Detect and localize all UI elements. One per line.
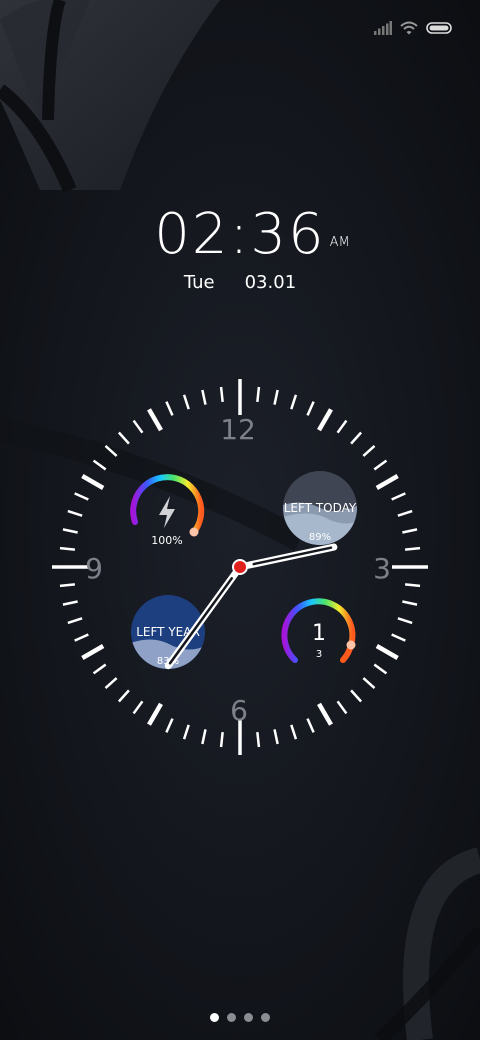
- dial-tick: [67, 617, 83, 625]
- lightning-icon: [159, 496, 175, 528]
- clock-time-wrapper: 02:36 AM: [154, 200, 349, 270]
- weekday-small: 3: [316, 649, 322, 660]
- dial-tick: [67, 509, 83, 517]
- dial-tick: [336, 419, 348, 434]
- hour-hand: [236, 543, 338, 571]
- dial-tick: [59, 583, 76, 588]
- dial-tick: [132, 419, 144, 434]
- dial-tick: [74, 633, 89, 642]
- dial-tick: [273, 389, 279, 405]
- dial-tick: [391, 633, 406, 642]
- page-dot[interactable]: [227, 1013, 236, 1022]
- dial-tick: [404, 583, 421, 588]
- dial-tick: [165, 718, 174, 733]
- lock-clock: 02:36 AM Tue 03.01: [0, 200, 480, 293]
- dial-tick: [117, 431, 130, 445]
- dial-tick: [306, 401, 315, 416]
- dial-tick: [147, 702, 163, 726]
- dial-tick: [117, 689, 130, 703]
- page-dot[interactable]: [244, 1013, 253, 1022]
- dial-tick: [290, 394, 298, 410]
- dial-tick: [219, 386, 224, 403]
- dial-tick: [391, 492, 406, 501]
- dial-tick: [81, 474, 105, 490]
- clock-ampm: AM: [329, 235, 350, 250]
- dial-tick: [201, 729, 207, 745]
- dial-tick: [397, 509, 413, 517]
- dial-tick: [182, 724, 190, 740]
- dial-tick: [74, 492, 89, 501]
- dial-tick: [92, 663, 107, 675]
- dial-tick: [402, 528, 418, 534]
- dial-tick: [317, 702, 333, 726]
- dial-tick: [362, 677, 376, 690]
- dial-tick: [165, 401, 174, 416]
- battery-value: 100%: [151, 534, 182, 547]
- clock-date: 03.01: [244, 272, 297, 293]
- left-today-label: LEFT TODAY: [284, 501, 357, 515]
- battery-icon: [426, 22, 452, 34]
- battery-widget: 100%: [130, 474, 205, 547]
- dial-tick: [92, 459, 107, 471]
- dial-tick: [201, 389, 207, 405]
- signal-icon: [374, 21, 392, 35]
- dial-tick: [59, 546, 76, 551]
- left-today-widget: LEFT TODAY 89%: [283, 471, 357, 545]
- dial-tick: [373, 663, 388, 675]
- dial-tick: [104, 444, 118, 457]
- dial-tick: [62, 528, 78, 534]
- dial-tick: [219, 731, 224, 748]
- dial-tick: [375, 474, 399, 490]
- dial-tick: [373, 459, 388, 471]
- page-dot[interactable]: [210, 1013, 219, 1022]
- dial-tick: [182, 394, 190, 410]
- dial-tick: [402, 600, 418, 606]
- weekday-widget: 1 3: [281, 598, 356, 663]
- clock-time: 02:36: [154, 202, 326, 267]
- dial-tick: [62, 600, 78, 606]
- dial-tick: [350, 431, 363, 445]
- numeral-12: 12: [220, 413, 256, 446]
- dial-tick: [104, 677, 118, 690]
- dial-tick: [273, 729, 279, 745]
- dial-tick: [397, 617, 413, 625]
- page-dot[interactable]: [261, 1013, 270, 1022]
- status-bar: [374, 18, 452, 38]
- clock-day: Tue: [183, 272, 215, 293]
- analog-clock: 12 3 6 9 100% LEFT TODAY 89% LEFT YEAR 8…: [52, 379, 428, 755]
- dial-tick: [375, 644, 399, 660]
- dial-tick: [317, 408, 333, 432]
- dial-tick: [132, 700, 144, 715]
- weekday-big: 1: [312, 621, 326, 646]
- center-pin: [232, 559, 248, 575]
- left-today-value: 89%: [309, 532, 331, 543]
- numeral-9: 9: [85, 552, 103, 585]
- dial-tick: [306, 718, 315, 733]
- date-row: Tue 03.01: [0, 272, 480, 293]
- dial-tick: [350, 689, 363, 703]
- numeral-3: 3: [373, 552, 391, 585]
- dial-tick: [147, 408, 163, 432]
- dial-tick: [256, 731, 261, 748]
- dial-tick: [256, 386, 261, 403]
- dial-tick: [290, 724, 298, 740]
- dial-tick: [404, 546, 421, 551]
- wifi-icon: [400, 21, 418, 35]
- dial-tick: [336, 700, 348, 715]
- page-indicator[interactable]: [0, 1013, 480, 1022]
- dial-tick: [362, 444, 376, 457]
- dial-tick: [81, 644, 105, 660]
- numeral-6: 6: [230, 694, 248, 727]
